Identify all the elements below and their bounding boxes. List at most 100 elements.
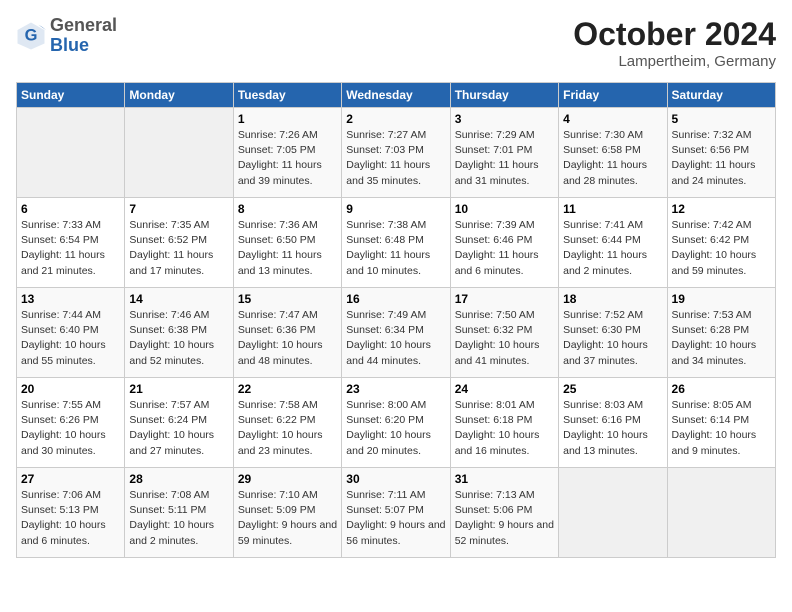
calendar-day: 26 Sunrise: 8:05 AMSunset: 6:14 PMDayligh… — [667, 378, 775, 468]
day-number: 1 — [238, 112, 337, 126]
page-header: G General Blue October 2024 Lampertheim,… — [16, 16, 776, 70]
day-number: 22 — [238, 382, 337, 396]
calendar-header-row: SundayMondayTuesdayWednesdayThursdayFrid… — [17, 83, 776, 108]
title-block: October 2024 Lampertheim, Germany — [573, 16, 776, 70]
col-header-monday: Monday — [125, 83, 233, 108]
calendar-day: 30Sunrise: 7:11 AMSunset: 5:07 PMDayligh… — [342, 468, 450, 558]
day-detail: Sunrise: 7:30 AMSunset: 6:58 PMDaylight:… — [563, 128, 662, 189]
calendar-day: 10Sunrise: 7:39 AMSunset: 6:46 PMDayligh… — [450, 198, 558, 288]
calendar-day: 23 Sunrise: 8:00 AMSunset: 6:20 PMDayligh… — [342, 378, 450, 468]
calendar-day: 2Sunrise: 7:27 AMSunset: 7:03 PMDaylight… — [342, 108, 450, 198]
day-number: 4 — [563, 112, 662, 126]
day-detail: Sunrise: 7:13 AMSunset: 5:06 PMDaylight:… — [455, 488, 554, 549]
calendar-day: 28 Sunrise: 7:08 AMSunset: 5:11 PMDayligh… — [125, 468, 233, 558]
day-number: 16 — [346, 292, 445, 306]
day-number: 15 — [238, 292, 337, 306]
day-detail: Sunrise: 7:44 AMSunset: 6:40 PMDaylight:… — [21, 308, 120, 369]
day-detail: Sunrise: 7:53 AMSunset: 6:28 PMDaylight:… — [672, 308, 771, 369]
col-header-sunday: Sunday — [17, 83, 125, 108]
calendar-day: 20Sunrise: 7:55 AMSunset: 6:26 PMDayligh… — [17, 378, 125, 468]
day-number: 13 — [21, 292, 120, 306]
day-number: 12 — [672, 202, 771, 216]
calendar-week-5: 27Sunrise: 7:06 AMSunset: 5:13 PMDayligh… — [17, 468, 776, 558]
svg-text:G: G — [25, 26, 38, 44]
calendar-day: 21 Sunrise: 7:57 AMSunset: 6:24 PMDayligh… — [125, 378, 233, 468]
calendar-week-2: 6 Sunrise: 7:33 AMSunset: 6:54 PMDaylight… — [17, 198, 776, 288]
calendar-day: 12 Sunrise: 7:42 AMSunset: 6:42 PMDayligh… — [667, 198, 775, 288]
day-detail: Sunrise: 8:01 AMSunset: 6:18 PMDaylight:… — [455, 398, 554, 459]
calendar-day: 1 Sunrise: 7:26 AMSunset: 7:05 PMDaylight… — [233, 108, 341, 198]
day-detail: Sunrise: 7:41 AMSunset: 6:44 PMDaylight:… — [563, 218, 662, 279]
day-detail: Sunrise: 7:10 AMSunset: 5:09 PMDaylight:… — [238, 488, 337, 549]
day-detail: Sunrise: 7:58 AMSunset: 6:22 PMDaylight:… — [238, 398, 337, 459]
col-header-thursday: Thursday — [450, 83, 558, 108]
day-detail: Sunrise: 7:46 AMSunset: 6:38 PMDaylight:… — [129, 308, 228, 369]
day-number: 11 — [563, 202, 662, 216]
col-header-tuesday: Tuesday — [233, 83, 341, 108]
calendar-day — [667, 468, 775, 558]
col-header-wednesday: Wednesday — [342, 83, 450, 108]
col-header-saturday: Saturday — [667, 83, 775, 108]
day-number: 6 — [21, 202, 120, 216]
calendar-day: 15Sunrise: 7:47 AMSunset: 6:36 PMDayligh… — [233, 288, 341, 378]
day-detail: Sunrise: 7:50 AMSunset: 6:32 PMDaylight:… — [455, 308, 554, 369]
month-title: October 2024 — [573, 16, 776, 53]
day-detail: Sunrise: 7:49 AMSunset: 6:34 PMDaylight:… — [346, 308, 445, 369]
logo-text: General Blue — [50, 16, 117, 56]
calendar-week-4: 20Sunrise: 7:55 AMSunset: 6:26 PMDayligh… — [17, 378, 776, 468]
day-detail: Sunrise: 7:08 AMSunset: 5:11 PMDaylight:… — [129, 488, 228, 549]
calendar-day: 11 Sunrise: 7:41 AMSunset: 6:44 PMDayligh… — [559, 198, 667, 288]
day-detail: Sunrise: 7:33 AMSunset: 6:54 PMDaylight:… — [21, 218, 120, 279]
day-detail: Sunrise: 7:29 AMSunset: 7:01 PMDaylight:… — [455, 128, 554, 189]
day-number: 23 — [346, 382, 445, 396]
day-number: 24 — [455, 382, 554, 396]
day-number: 30 — [346, 472, 445, 486]
calendar-week-3: 13 Sunrise: 7:44 AMSunset: 6:40 PMDayligh… — [17, 288, 776, 378]
calendar-day — [17, 108, 125, 198]
calendar-day: 3 Sunrise: 7:29 AMSunset: 7:01 PMDaylight… — [450, 108, 558, 198]
day-detail: Sunrise: 8:00 AMSunset: 6:20 PMDaylight:… — [346, 398, 445, 459]
day-detail: Sunrise: 7:36 AMSunset: 6:50 PMDaylight:… — [238, 218, 337, 279]
calendar-day: 19 Sunrise: 7:53 AMSunset: 6:28 PMDayligh… — [667, 288, 775, 378]
calendar-day: 5 Sunrise: 7:32 AMSunset: 6:56 PMDaylight… — [667, 108, 775, 198]
day-number: 7 — [129, 202, 228, 216]
calendar-day: 7 Sunrise: 7:35 AMSunset: 6:52 PMDaylight… — [125, 198, 233, 288]
calendar-day: 17Sunrise: 7:50 AMSunset: 6:32 PMDayligh… — [450, 288, 558, 378]
day-number: 5 — [672, 112, 771, 126]
day-detail: Sunrise: 7:57 AMSunset: 6:24 PMDaylight:… — [129, 398, 228, 459]
logo: G General Blue — [16, 16, 117, 56]
day-detail: Sunrise: 7:38 AMSunset: 6:48 PMDaylight:… — [346, 218, 445, 279]
day-detail: Sunrise: 7:26 AMSunset: 7:05 PMDaylight:… — [238, 128, 337, 189]
day-number: 9 — [346, 202, 445, 216]
calendar-day: 16 Sunrise: 7:49 AMSunset: 6:34 PMDayligh… — [342, 288, 450, 378]
day-number: 3 — [455, 112, 554, 126]
calendar-day: 22 Sunrise: 7:58 AMSunset: 6:22 PMDayligh… — [233, 378, 341, 468]
calendar-day — [559, 468, 667, 558]
day-number: 29 — [238, 472, 337, 486]
day-detail: Sunrise: 8:03 AMSunset: 6:16 PMDaylight:… — [563, 398, 662, 459]
day-number: 26 — [672, 382, 771, 396]
day-number: 21 — [129, 382, 228, 396]
calendar-day: 14 Sunrise: 7:46 AMSunset: 6:38 PMDayligh… — [125, 288, 233, 378]
calendar-table: SundayMondayTuesdayWednesdayThursdayFrid… — [16, 82, 776, 558]
col-header-friday: Friday — [559, 83, 667, 108]
day-number: 2 — [346, 112, 445, 126]
day-number: 28 — [129, 472, 228, 486]
day-detail: Sunrise: 7:42 AMSunset: 6:42 PMDaylight:… — [672, 218, 771, 279]
calendar-day: 25 Sunrise: 8:03 AMSunset: 6:16 PMDayligh… — [559, 378, 667, 468]
calendar-day: 9 Sunrise: 7:38 AMSunset: 6:48 PMDaylight… — [342, 198, 450, 288]
day-detail: Sunrise: 7:39 AMSunset: 6:46 PMDaylight:… — [455, 218, 554, 279]
calendar-day — [125, 108, 233, 198]
day-number: 27 — [21, 472, 120, 486]
logo-icon: G — [16, 21, 46, 51]
calendar-day: 13 Sunrise: 7:44 AMSunset: 6:40 PMDayligh… — [17, 288, 125, 378]
day-number: 25 — [563, 382, 662, 396]
calendar-day: 31Sunrise: 7:13 AMSunset: 5:06 PMDayligh… — [450, 468, 558, 558]
day-number: 14 — [129, 292, 228, 306]
day-detail: Sunrise: 7:35 AMSunset: 6:52 PMDaylight:… — [129, 218, 228, 279]
day-detail: Sunrise: 7:32 AMSunset: 6:56 PMDaylight:… — [672, 128, 771, 189]
calendar-day: 29 Sunrise: 7:10 AMSunset: 5:09 PMDayligh… — [233, 468, 341, 558]
calendar-day: 8Sunrise: 7:36 AMSunset: 6:50 PMDaylight… — [233, 198, 341, 288]
day-number: 19 — [672, 292, 771, 306]
day-detail: Sunrise: 8:05 AMSunset: 6:14 PMDaylight:… — [672, 398, 771, 459]
